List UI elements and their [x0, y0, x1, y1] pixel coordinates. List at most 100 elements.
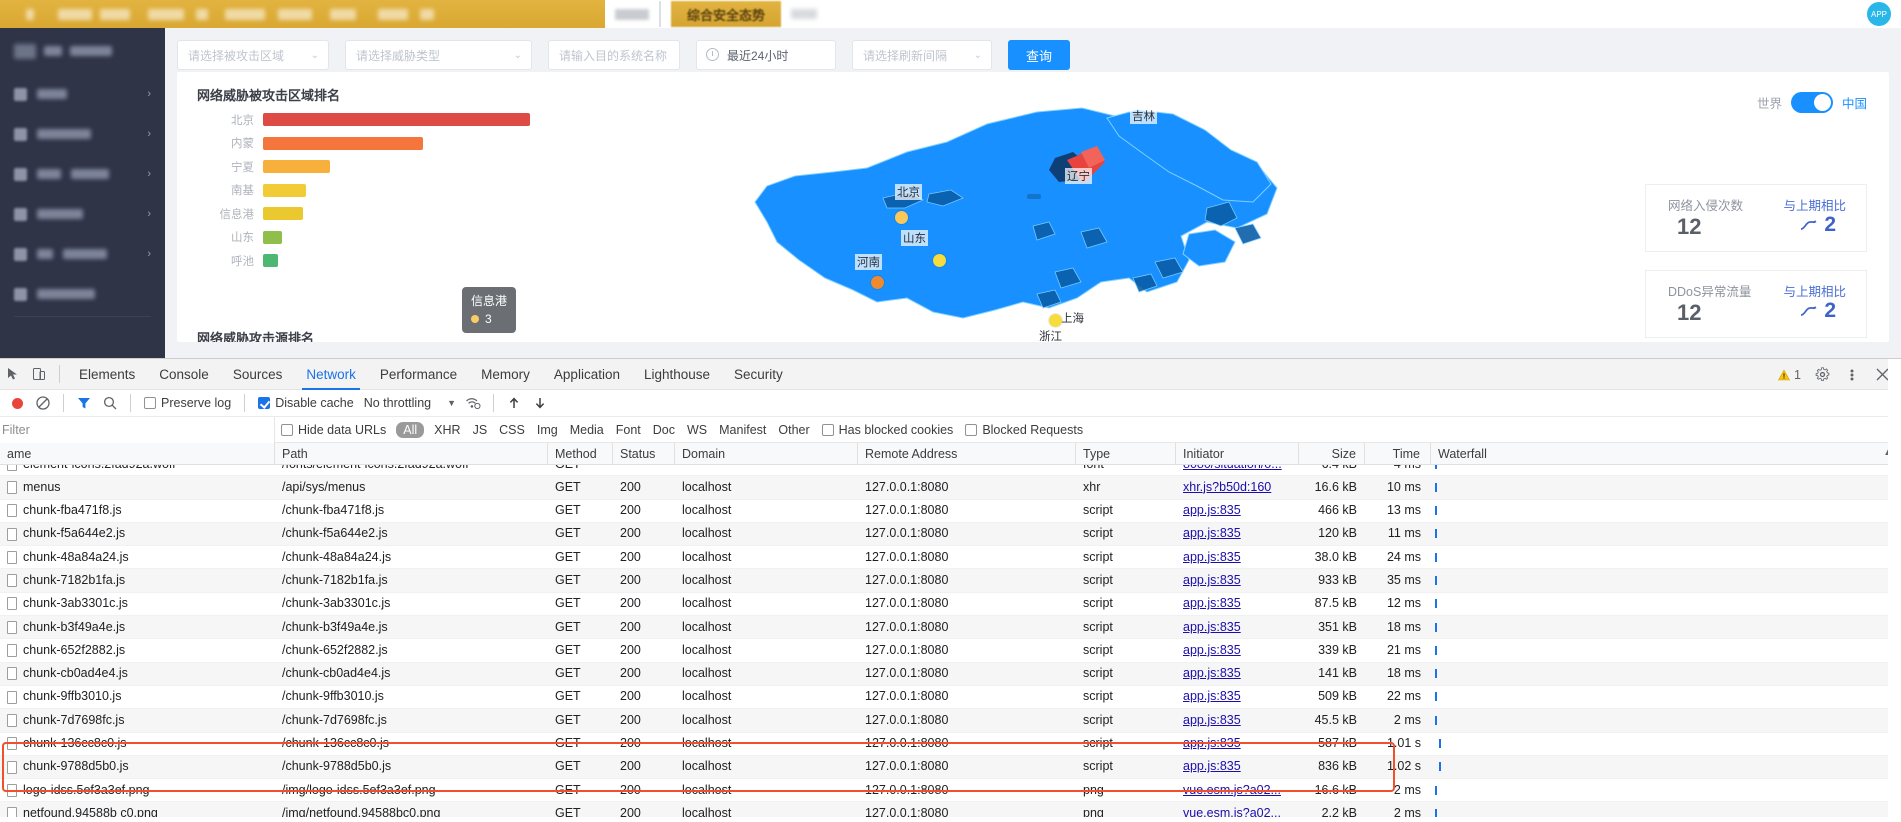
column-header-remote-address[interactable]: Remote Address	[858, 442, 1076, 465]
hide-data-urls-checkbox[interactable]	[281, 423, 293, 436]
bar[interactable]	[263, 113, 530, 127]
more-options-icon[interactable]	[1839, 359, 1865, 390]
sidebar-item-4[interactable]: ›	[0, 194, 165, 234]
column-header-time[interactable]: Time	[1365, 442, 1431, 465]
avatar[interactable]: APP	[1867, 2, 1891, 26]
initiator-link[interactable]: app.js:835	[1183, 643, 1241, 657]
tab-memory[interactable]: Memory	[469, 359, 542, 390]
column-header-type[interactable]: Type	[1076, 442, 1176, 465]
map-threat-dot-shanghai[interactable]	[1049, 314, 1062, 327]
map-scope-switch[interactable]	[1790, 92, 1833, 113]
search-input[interactable]: Filter	[0, 416, 275, 443]
initiator-link[interactable]: app.js:835	[1183, 666, 1241, 680]
table-row[interactable]: netfound.94588b c0.png/img/netfound.9458…	[0, 802, 1901, 817]
disable-cache-checkbox[interactable]	[258, 397, 271, 409]
sidebar-item-2[interactable]: ›	[0, 114, 165, 154]
initiator-link[interactable]: xhr.js?b50d:160	[1183, 480, 1271, 494]
initiator-link[interactable]: app.js:835	[1183, 526, 1241, 540]
hide-data-urls-toggle[interactable]: Hide data URLs	[275, 423, 392, 437]
table-row[interactable]: chunk-652f2882.js/chunk-652f2882.js GET 20…	[0, 639, 1901, 663]
initiator-link[interactable]: app.js:835	[1183, 759, 1241, 773]
bar[interactable]	[263, 136, 423, 150]
filter-type-img[interactable]: Img	[531, 423, 564, 437]
preserve-log-toggle[interactable]: Preserve log	[138, 396, 237, 410]
table-row[interactable]: chunk-48a84a24.js/chunk-48a84a24.js GET 20…	[0, 546, 1901, 570]
filter-type-css[interactable]: CSS	[493, 423, 531, 437]
initiator-link[interactable]: 8080/situation/o...	[1183, 465, 1282, 471]
has-blocked-cookies-toggle[interactable]: Has blocked cookies	[816, 423, 960, 437]
column-header-method[interactable]: Method	[548, 442, 613, 465]
column-header-domain[interactable]: Domain	[675, 442, 858, 465]
filter-type-js[interactable]: JS	[467, 423, 494, 437]
column-header-path[interactable]: Path	[275, 442, 548, 465]
filter-type-ws[interactable]: WS	[681, 423, 713, 437]
table-body[interactable]: element-icons.2fad92a.woff/fonts/element…	[0, 465, 1901, 817]
table-row[interactable]: chunk-b3f49a4e.js/chunk-b3f49a4e.js GET 20…	[0, 616, 1901, 640]
bar-row[interactable]: 呼池	[211, 249, 541, 273]
tab-application[interactable]: Application	[542, 359, 632, 390]
bar-row[interactable]: 宁夏	[211, 155, 541, 179]
tab-comprehensive-security-posture[interactable]: 综合安全态势	[671, 1, 782, 27]
initiator-link[interactable]: app.js:835	[1183, 620, 1241, 634]
bar-row[interactable]: 内蒙	[211, 132, 541, 156]
disable-cache-toggle[interactable]: Disable cache	[252, 396, 360, 410]
bar-row[interactable]: 南基	[211, 179, 541, 203]
gear-icon[interactable]	[1809, 359, 1835, 390]
blocked-requests-checkbox[interactable]	[965, 423, 978, 436]
initiator-link[interactable]: app.js:835	[1183, 713, 1241, 727]
threat-type-select[interactable]: 请选择威胁类型 ⌄	[345, 40, 532, 70]
column-header-name[interactable]: ame	[0, 442, 275, 465]
device-toolbar-icon[interactable]	[26, 359, 52, 390]
clear-button[interactable]	[30, 390, 56, 417]
filter-type-xhr[interactable]: XHR	[428, 423, 466, 437]
table-row[interactable]: chunk-9788d5b0.js/chunk-9788d5b0.js GET 20…	[0, 755, 1901, 780]
table-row[interactable]: chunk-136cc8c0.js/chunk-136cc8c0.js GET 20…	[0, 733, 1901, 756]
preserve-log-checkbox[interactable]	[144, 397, 156, 409]
tab-elements[interactable]: Elements	[67, 359, 147, 390]
table-row[interactable]: chunk-3ab3301c.js/chunk-3ab3301c.js GET 20…	[0, 593, 1901, 617]
throttling-select[interactable]: No throttling ▼	[360, 396, 460, 410]
table-row[interactable]: logo-idss.5ef3a3ef.png/img/logo-idss.5ef…	[0, 779, 1901, 803]
filter-icon[interactable]	[71, 390, 97, 417]
table-row[interactable]: chunk-fba471f8.js/chunk-fba471f8.js GET 20…	[0, 500, 1901, 523]
map-threat-dot-shandong[interactable]	[933, 254, 946, 267]
has-blocked-cookies-checkbox[interactable]	[821, 423, 834, 436]
bar-row[interactable]: 信息港	[211, 202, 541, 226]
bar[interactable]	[263, 254, 278, 268]
initiator-link[interactable]: vue.esm.js?a02...	[1183, 783, 1281, 797]
tab-lighthouse[interactable]: Lighthouse	[632, 359, 722, 390]
refresh-interval-select[interactable]: 请选择刷新间隔 ⌄	[852, 40, 992, 70]
attacked-region-select[interactable]: 请选择被攻击区域 ⌄	[177, 40, 329, 70]
table-row[interactable]: menus/api/sys/menus GET 200 localhost 127.0.…	[0, 476, 1901, 500]
bar[interactable]	[263, 183, 306, 197]
filter-type-other[interactable]: Other	[772, 423, 815, 437]
record-button[interactable]	[4, 390, 30, 417]
table-row[interactable]: chunk-f5a644e2.js/chunk-f5a644e2.js GET 20…	[0, 522, 1901, 547]
bar[interactable]	[263, 160, 330, 174]
initiator-link[interactable]: app.js:835	[1183, 596, 1241, 610]
blocked-requests-toggle[interactable]: Blocked Requests	[959, 423, 1089, 437]
tab-sources[interactable]: Sources	[221, 359, 295, 390]
tab-performance[interactable]: Performance	[368, 359, 469, 390]
bar-row[interactable]: 山东	[211, 226, 541, 250]
filter-type-media[interactable]: Media	[564, 423, 610, 437]
time-range-picker[interactable]: 最近24小时	[696, 40, 836, 70]
column-header-size[interactable]: Size	[1299, 442, 1365, 465]
export-har-icon[interactable]	[527, 390, 553, 417]
initiator-link[interactable]: app.js:835	[1183, 503, 1241, 517]
inspect-element-icon[interactable]	[0, 359, 26, 390]
filter-type-manifest[interactable]: Manifest	[713, 423, 772, 437]
table-row[interactable]: element-icons.2fad92a.woff/fonts/element…	[0, 465, 1901, 477]
map-threat-dot-henan[interactable]	[871, 276, 884, 289]
sidebar-item-5[interactable]: ›	[0, 234, 165, 274]
initiator-link[interactable]: vue.esm.js?a02...	[1183, 806, 1281, 817]
initiator-link[interactable]: app.js:835	[1183, 736, 1241, 750]
filter-type-all[interactable]: All	[396, 421, 425, 438]
query-button[interactable]: 查询	[1008, 40, 1070, 70]
initiator-link[interactable]: app.js:835	[1183, 550, 1241, 564]
sidebar-item-6[interactable]	[0, 274, 165, 314]
column-header-initiator[interactable]: Initiator	[1176, 442, 1299, 465]
bar[interactable]	[263, 207, 303, 221]
sidebar-item-3[interactable]: ›	[0, 154, 165, 194]
china-threat-map[interactable]: 吉林 辽宁 北京 山东 河南 上海 浙江	[737, 102, 1357, 342]
